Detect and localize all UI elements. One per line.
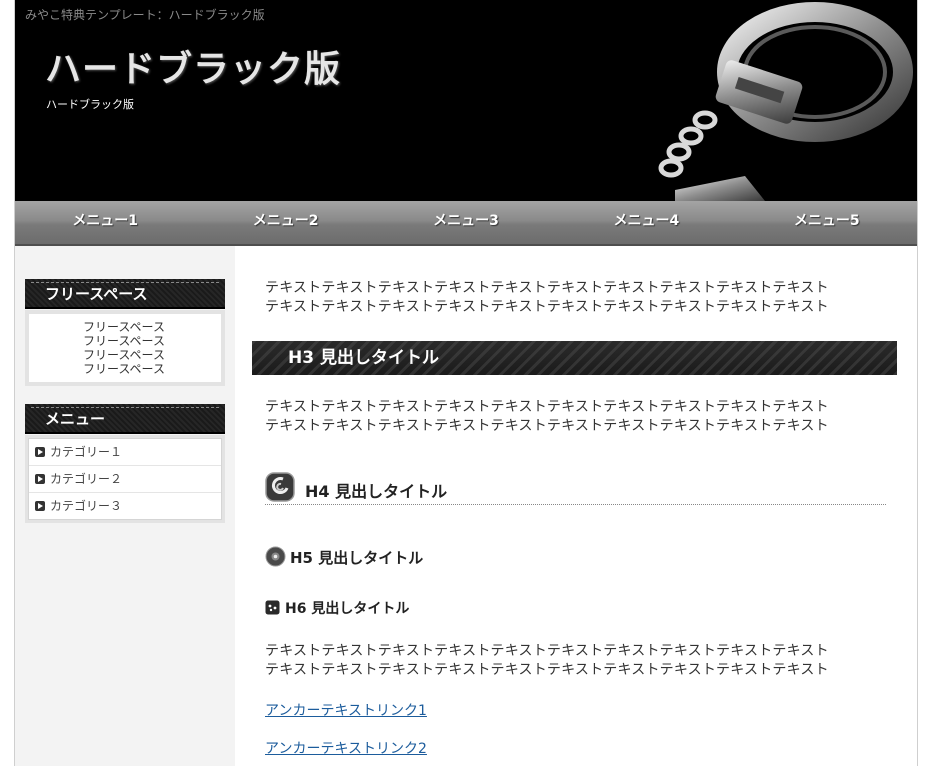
free-space-widget: フリースペース フリースペース フリースペース フリースペース [25,310,225,386]
site-description: ハードブラック版 [46,98,134,111]
h3-heading: H3 見出しタイトル [252,341,897,375]
site-title[interactable]: ハードブラック版 [45,40,341,92]
text-line: テキストテキストテキストテキストテキストテキストテキストテキストテキストテキスト [265,643,829,659]
free-space-line: フリースペース [83,320,165,334]
body-text-1: テキストテキストテキストテキストテキストテキストテキストテキストテキストテキスト… [265,279,829,317]
arrow-right-icon [35,473,45,484]
text-line: テキストテキストテキストテキストテキストテキストテキストテキストテキストテキスト [265,418,829,434]
category-link-2[interactable]: カテゴリー２ [29,466,221,493]
h4-heading: H4 見出しタイトル [265,472,886,505]
nav-item-menu2[interactable]: メニュー2 [195,201,375,244]
round-badge-icon [265,546,286,567]
swirl-badge-icon [265,472,295,502]
category-label: カテゴリー２ [50,472,123,486]
category-label: カテゴリー３ [50,499,123,513]
free-space-line: フリースペース [83,362,165,376]
menu-heading: メニュー [25,404,225,434]
free-space-line: フリースペース [83,348,165,362]
text-line: テキストテキストテキストテキストテキストテキストテキストテキストテキストテキスト [265,662,829,678]
nav-item-menu3[interactable]: メニュー3 [376,201,556,244]
dice-square-icon [265,600,280,615]
menu-title: メニュー [45,410,106,428]
anchor-link-2[interactable]: アンカーテキストリンク2 [265,738,427,758]
global-nav: メニュー1 メニュー2 メニュー3 メニュー4 メニュー5 [15,201,917,246]
anchor-link-1[interactable]: アンカーテキストリンク1 [265,700,427,720]
site-tagline: みやこ特典テンプレート：ハードブラック版 [25,8,265,22]
body-text-2: テキストテキストテキストテキストテキストテキストテキストテキストテキストテキスト… [265,398,829,436]
text-line: テキストテキストテキストテキストテキストテキストテキストテキストテキストテキスト [265,280,829,296]
text-line: テキストテキストテキストテキストテキストテキストテキストテキストテキストテキスト [265,399,829,415]
arrow-right-icon [35,500,45,511]
free-space-title: フリースペース [45,285,148,303]
body-text-3: テキストテキストテキストテキストテキストテキストテキストテキストテキストテキスト… [265,642,829,680]
category-label: カテゴリー１ [50,445,123,459]
text-line: テキストテキストテキストテキストテキストテキストテキストテキストテキストテキスト [265,299,829,315]
free-space-heading: フリースペース [25,279,225,309]
arrow-right-icon [35,446,45,457]
category-link-3[interactable]: カテゴリー３ [29,493,221,519]
site-header: みやこ特典テンプレート：ハードブラック版 ハードブラック版 ハードブラック版 [15,0,917,201]
category-link-1[interactable]: カテゴリー１ [29,439,221,466]
nav-item-menu4[interactable]: メニュー4 [556,201,736,244]
category-menu-widget: カテゴリー１ カテゴリー２ カテゴリー３ [25,435,225,523]
main-content: テキストテキストテキストテキストテキストテキストテキストテキストテキストテキスト… [235,246,917,766]
nav-item-menu5[interactable]: メニュー5 [737,201,917,244]
nav-item-menu1[interactable]: メニュー1 [15,201,195,244]
page: みやこ特典テンプレート：ハードブラック版 ハードブラック版 ハードブラック版 メ… [14,0,918,766]
free-space-line: フリースペース [83,334,165,348]
h4-heading-text: H4 見出しタイトル [305,482,448,501]
free-space-content: フリースペース フリースペース フリースペース フリースペース [29,314,221,382]
h6-heading-text: H6 見出しタイトル [285,601,410,617]
handcuffs-image [658,2,913,201]
h5-heading-text: H5 見出しタイトル [290,549,424,567]
